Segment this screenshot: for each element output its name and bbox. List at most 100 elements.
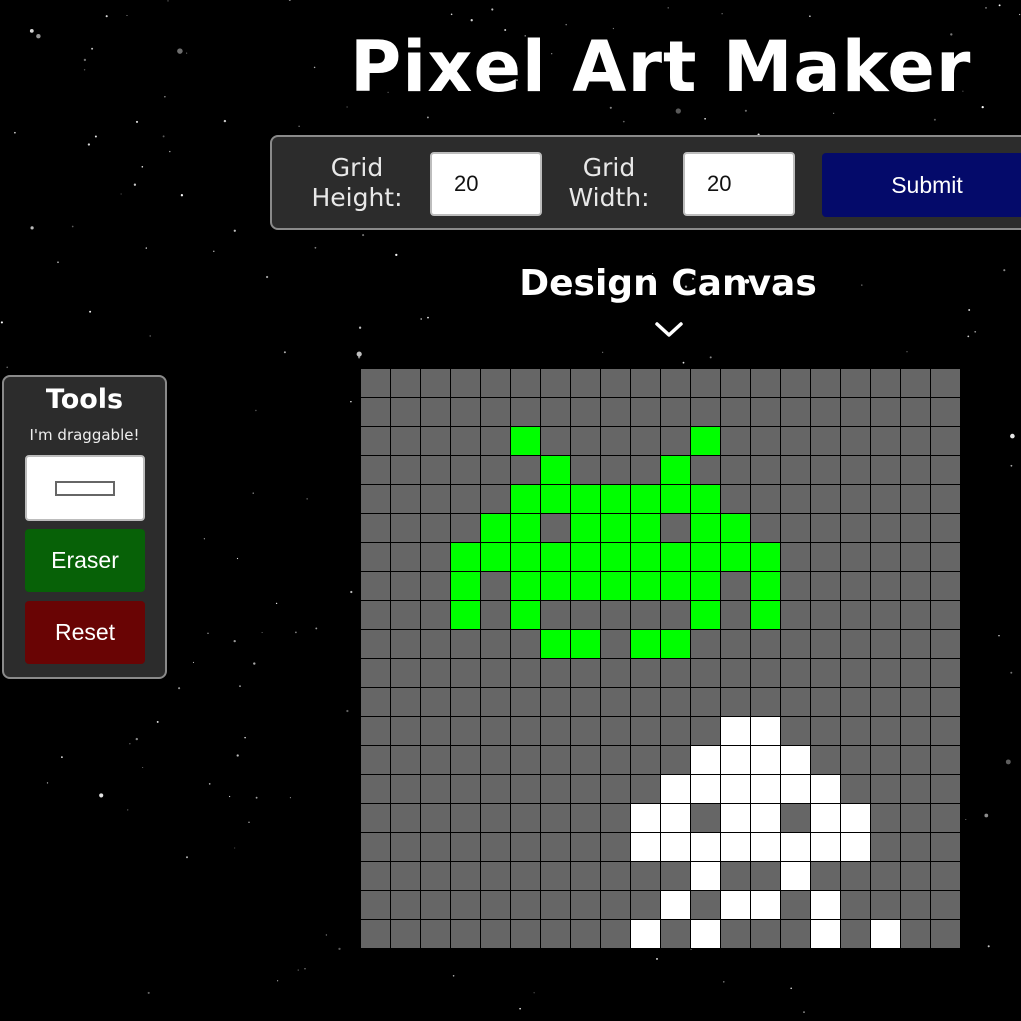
grid-cell[interactable] [360,919,391,949]
grid-cell[interactable] [750,919,781,949]
grid-cell[interactable] [660,861,691,891]
grid-cell[interactable] [660,455,691,485]
grid-cell[interactable] [930,542,961,572]
grid-cell[interactable] [750,745,781,775]
grid-cell[interactable] [870,571,901,601]
grid-cell[interactable] [540,890,571,920]
grid-cell[interactable] [810,745,841,775]
grid-cell[interactable] [780,542,811,572]
grid-cell[interactable] [870,658,901,688]
grid-cell[interactable] [360,571,391,601]
grid-cell[interactable] [420,745,451,775]
grid-cell[interactable] [720,397,751,427]
grid-cell[interactable] [900,803,931,833]
grid-cell[interactable] [480,890,511,920]
grid-cell[interactable] [690,426,721,456]
grid-cell[interactable] [570,745,601,775]
grid-cell[interactable] [720,484,751,514]
grid-cell[interactable] [480,803,511,833]
grid-cell[interactable] [390,397,421,427]
color-picker[interactable] [25,455,145,521]
grid-cell[interactable] [780,832,811,862]
grid-cell[interactable] [690,542,721,572]
grid-cell[interactable] [690,832,721,862]
grid-cell[interactable] [870,774,901,804]
grid-cell[interactable] [750,542,781,572]
grid-cell[interactable] [810,861,841,891]
grid-cell[interactable] [720,832,751,862]
grid-cell[interactable] [570,890,601,920]
grid-cell[interactable] [390,658,421,688]
grid-cell[interactable] [690,861,721,891]
grid-cell[interactable] [660,919,691,949]
grid-cell[interactable] [720,571,751,601]
grid-cell[interactable] [930,455,961,485]
grid-cell[interactable] [360,484,391,514]
grid-cell[interactable] [810,542,841,572]
grid-cell[interactable] [870,513,901,543]
grid-cell[interactable] [750,426,781,456]
grid-cell[interactable] [570,658,601,688]
grid-cell[interactable] [810,919,841,949]
grid-cell[interactable] [780,716,811,746]
grid-cell[interactable] [780,571,811,601]
grid-cell[interactable] [420,658,451,688]
grid-cell[interactable] [510,658,541,688]
grid-cell[interactable] [630,513,661,543]
grid-cell[interactable] [780,919,811,949]
grid-cell[interactable] [720,513,751,543]
grid-cell[interactable] [450,426,481,456]
grid-cell[interactable] [780,455,811,485]
grid-cell[interactable] [780,774,811,804]
grid-cell[interactable] [660,600,691,630]
grid-cell[interactable] [450,861,481,891]
grid-cell[interactable] [900,861,931,891]
grid-cell[interactable] [870,803,901,833]
grid-cell[interactable] [870,861,901,891]
grid-cell[interactable] [480,542,511,572]
grid-cell[interactable] [540,658,571,688]
grid-cell[interactable] [660,571,691,601]
grid-cell[interactable] [780,687,811,717]
grid-cell[interactable] [600,368,631,398]
grid-cell[interactable] [630,919,661,949]
grid-cell[interactable] [540,600,571,630]
grid-cell[interactable] [750,629,781,659]
grid-cell[interactable] [840,890,871,920]
grid-cell[interactable] [600,687,631,717]
grid-cell[interactable] [720,658,751,688]
grid-cell[interactable] [360,687,391,717]
grid-cell[interactable] [780,861,811,891]
grid-cell[interactable] [390,919,421,949]
grid-cell[interactable] [450,832,481,862]
grid-cell[interactable] [900,513,931,543]
grid-cell[interactable] [930,513,961,543]
grid-cell[interactable] [600,455,631,485]
grid-cell[interactable] [750,513,781,543]
grid-cell[interactable] [390,513,421,543]
grid-cell[interactable] [360,716,391,746]
grid-cell[interactable] [390,745,421,775]
grid-cell[interactable] [690,455,721,485]
grid-cell[interactable] [690,484,721,514]
grid-cell[interactable] [720,745,751,775]
grid-cell[interactable] [540,368,571,398]
grid-cell[interactable] [840,513,871,543]
grid-cell[interactable] [870,397,901,427]
grid-cell[interactable] [810,484,841,514]
grid-cell[interactable] [480,919,511,949]
grid-cell[interactable] [630,861,661,891]
grid-cell[interactable] [420,542,451,572]
grid-cell[interactable] [390,861,421,891]
grid-cell[interactable] [450,368,481,398]
grid-cell[interactable] [360,832,391,862]
grid-cell[interactable] [930,426,961,456]
grid-cell[interactable] [420,803,451,833]
grid-cell[interactable] [420,368,451,398]
grid-cell[interactable] [630,745,661,775]
grid-cell[interactable] [750,455,781,485]
grid-cell[interactable] [450,484,481,514]
grid-cell[interactable] [510,629,541,659]
grid-cell[interactable] [870,542,901,572]
grid-cell[interactable] [480,426,511,456]
